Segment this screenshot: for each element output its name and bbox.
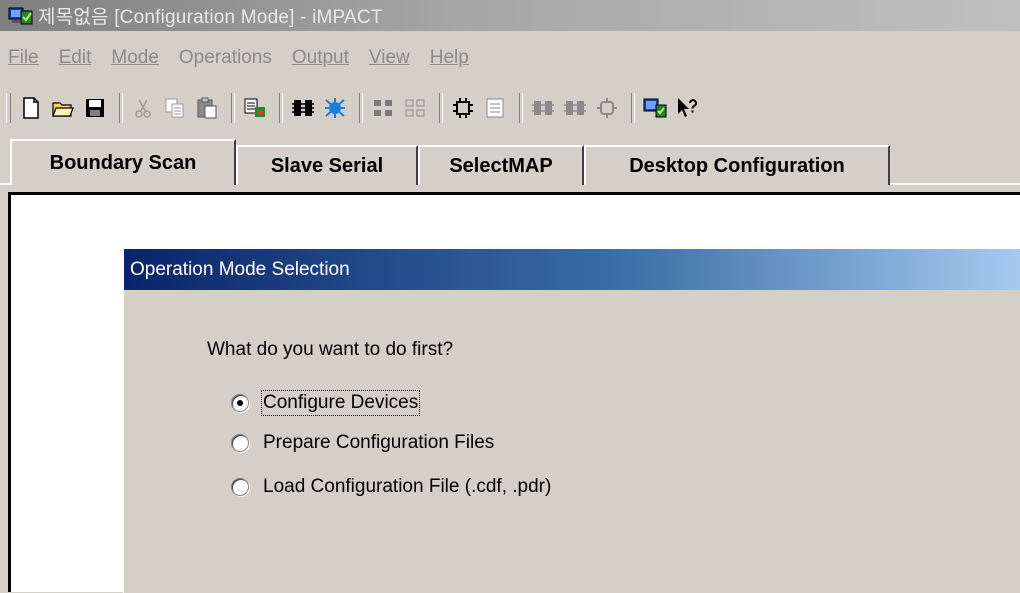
tab-slave-serial[interactable]: Slave Serial: [236, 145, 418, 185]
grid-outline-icon: [405, 99, 425, 117]
operation-mode-dialog: Operation Mode Selection What do you wan…: [123, 248, 1020, 593]
initialize-chain-button[interactable]: [289, 94, 317, 122]
grid-icon: [374, 100, 392, 116]
context-help-button[interactable]: [673, 94, 701, 122]
dialog-question: What do you want to do first?: [207, 339, 454, 360]
radio-icon[interactable]: [231, 434, 249, 452]
option-load-configuration-file-label: Load Configuration File (.cdf, .pdr): [263, 476, 552, 497]
tab-boundary-scan-label: Boundary Scan: [49, 151, 197, 174]
toolbar-separator: [631, 93, 635, 123]
program-icon: [532, 101, 554, 115]
tab-desktop-configuration-label: Desktop Configuration: [629, 154, 845, 177]
menu-view[interactable]: View: [369, 47, 410, 69]
verify-button[interactable]: [561, 94, 589, 122]
toolbar: [0, 85, 1020, 131]
option-load-configuration-file[interactable]: Load Configuration File (.cdf, .pdr): [231, 473, 551, 501]
chip-icon: [453, 98, 473, 118]
toolbar-separator: [439, 93, 443, 123]
tab-selectmap[interactable]: SelectMAP: [418, 145, 584, 185]
save-icon: [86, 99, 104, 117]
save-button[interactable]: [81, 94, 109, 122]
tab-selectmap-label: SelectMAP: [449, 154, 553, 177]
cable-setup-icon: [643, 98, 667, 118]
toolbar-separator: [119, 93, 123, 123]
dialog-titlebar[interactable]: Operation Mode Selection: [124, 249, 1020, 290]
toolbar-separator: [279, 93, 283, 123]
cut-icon: [135, 99, 151, 118]
menu-output-label: Output: [291, 47, 349, 68]
menu-output[interactable]: Output: [292, 47, 349, 69]
copy-button[interactable]: [161, 94, 189, 122]
open-folder-icon: [52, 102, 74, 117]
cable-setup-button[interactable]: [641, 94, 669, 122]
window-titlebar[interactable]: 제목없음 [Configuration Mode] - iMPACT: [0, 0, 1020, 31]
erase-icon: [597, 98, 617, 118]
menu-bar: File Edit Mode Operations Output View He…: [0, 31, 1020, 85]
paste-button[interactable]: [193, 94, 221, 122]
menu-mode[interactable]: Mode: [111, 47, 159, 69]
toolbar-separator: [231, 93, 235, 123]
chip-button[interactable]: [449, 94, 477, 122]
assign-file-icon: [244, 98, 265, 117]
chain-icon: [292, 100, 314, 116]
new-file-button[interactable]: [17, 94, 45, 122]
menu-operations[interactable]: Operations: [179, 47, 272, 69]
radio-selected-icon[interactable]: [231, 394, 249, 412]
option-prepare-configuration-files[interactable]: Prepare Configuration Files: [231, 429, 494, 457]
impact-app-icon: [8, 5, 34, 27]
menu-view-label: View: [368, 47, 410, 68]
radio-icon[interactable]: [231, 478, 249, 496]
menu-operations-label: Operations: [178, 47, 272, 68]
list-button[interactable]: [481, 94, 509, 122]
erase-button[interactable]: [593, 94, 621, 122]
copy-icon: [165, 98, 184, 118]
debug-chain-icon: [325, 98, 345, 118]
tab-slave-serial-label: Slave Serial: [270, 154, 384, 177]
list-icon: [486, 98, 504, 118]
menu-mode-label: Mode: [111, 47, 159, 68]
verify-icon: [564, 101, 586, 115]
tab-desktop-configuration[interactable]: Desktop Configuration: [584, 145, 890, 185]
cut-button[interactable]: [129, 94, 157, 122]
menu-help-label: Help: [429, 47, 469, 68]
toolbar-grip[interactable]: [6, 93, 11, 123]
open-file-button[interactable]: [49, 94, 77, 122]
toolbar-separator: [519, 93, 523, 123]
context-help-icon: [678, 98, 697, 117]
toolbar-separator: [359, 93, 363, 123]
dialog-title: Operation Mode Selection: [130, 258, 350, 280]
menu-file-label: File: [8, 47, 39, 68]
menu-file[interactable]: File: [8, 47, 39, 69]
assign-file-button[interactable]: [241, 94, 269, 122]
grid-outline-button[interactable]: [401, 94, 429, 122]
menu-edit[interactable]: Edit: [59, 47, 92, 69]
grid-button[interactable]: [369, 94, 397, 122]
menu-help[interactable]: Help: [430, 47, 469, 69]
menu-edit-label: Edit: [58, 47, 92, 68]
debug-chain-button[interactable]: [321, 94, 349, 122]
new-file-icon: [23, 97, 39, 119]
program-button[interactable]: [529, 94, 557, 122]
paste-icon: [197, 97, 217, 119]
option-configure-devices[interactable]: Configure Devices: [231, 389, 421, 417]
window-title: 제목없음 [Configuration Mode] - iMPACT: [38, 7, 383, 28]
mode-tabs: Boundary Scan Slave Serial SelectMAP Des…: [0, 135, 1020, 185]
tab-boundary-scan[interactable]: Boundary Scan: [10, 139, 236, 185]
option-prepare-configuration-files-label: Prepare Configuration Files: [263, 432, 495, 453]
option-configure-devices-label: Configure Devices: [260, 390, 421, 416]
